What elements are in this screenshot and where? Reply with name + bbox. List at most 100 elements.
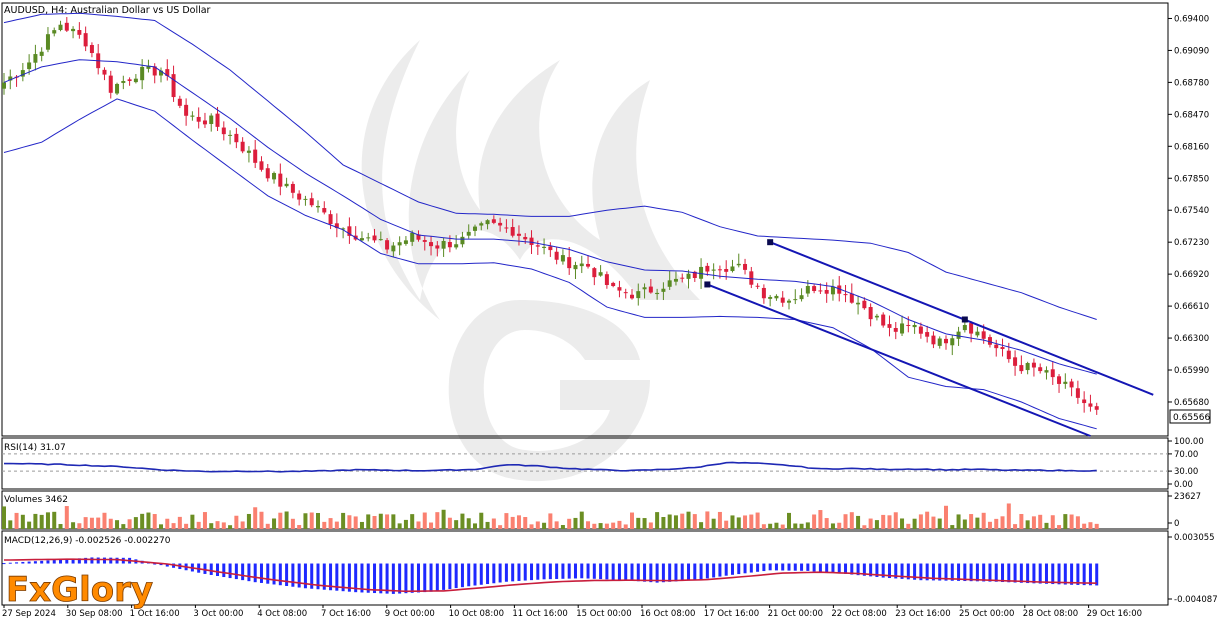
volume-bar bbox=[127, 519, 132, 529]
macd-histogram-bar bbox=[272, 563, 276, 585]
volume-bar bbox=[416, 521, 421, 529]
candle-body bbox=[730, 266, 735, 272]
volume-bar bbox=[717, 511, 722, 529]
candle-body bbox=[812, 286, 817, 292]
volume-bar bbox=[184, 523, 189, 529]
price-y-tick-label: 0.69090 bbox=[1174, 46, 1209, 56]
macd-histogram-bar bbox=[781, 563, 785, 571]
macd-histogram-bar bbox=[404, 563, 408, 594]
macd-histogram-bar bbox=[674, 563, 678, 582]
macd-histogram-bar bbox=[643, 563, 647, 582]
candle-body bbox=[793, 299, 798, 301]
macd-histogram-bar bbox=[8, 562, 12, 564]
candle-body bbox=[328, 214, 333, 225]
candle-body bbox=[397, 242, 402, 246]
volume-bar bbox=[215, 521, 220, 529]
volume-bar bbox=[96, 517, 101, 529]
x-tick-label: 10 Oct 08:00 bbox=[449, 609, 504, 619]
volume-bar bbox=[969, 514, 974, 529]
macd-histogram-bar bbox=[800, 563, 804, 571]
volume-bar bbox=[925, 511, 930, 529]
price-y-tick-label: 0.69400 bbox=[1174, 14, 1209, 24]
volume-bar bbox=[780, 524, 785, 529]
macd-histogram-bar bbox=[59, 559, 63, 564]
candle-body bbox=[761, 287, 766, 299]
volume-bar bbox=[347, 515, 352, 529]
candle-body bbox=[573, 265, 578, 270]
x-tick-label: 7 Oct 16:00 bbox=[321, 609, 371, 619]
candle-body bbox=[52, 30, 57, 34]
x-tick-label: 28 Oct 08:00 bbox=[1023, 609, 1078, 619]
volume-bar bbox=[83, 517, 88, 529]
volume-bar bbox=[743, 515, 748, 529]
candle-body bbox=[1025, 363, 1030, 371]
volume-bar bbox=[1038, 514, 1043, 529]
candle-body bbox=[466, 231, 471, 236]
volume-bar bbox=[604, 523, 609, 529]
macd-histogram-bar bbox=[52, 560, 56, 564]
candle-body bbox=[1088, 403, 1093, 407]
macd-histogram-bar bbox=[580, 563, 584, 579]
x-tick-label: 3 Oct 00:00 bbox=[193, 609, 243, 619]
macd-histogram-bar bbox=[812, 563, 816, 572]
volume-bar bbox=[1082, 523, 1087, 529]
volume-bar bbox=[1044, 522, 1049, 529]
candle-body bbox=[818, 290, 823, 292]
macd-histogram-bar bbox=[259, 563, 263, 583]
volume-bar bbox=[586, 521, 591, 529]
candle-body bbox=[485, 220, 490, 225]
candle-body bbox=[309, 198, 314, 206]
candle-body bbox=[1044, 370, 1049, 373]
candle-body bbox=[824, 289, 829, 294]
macd-histogram-bar bbox=[668, 563, 672, 582]
candle-body bbox=[435, 245, 440, 249]
volume-bar bbox=[479, 512, 484, 529]
candle-body bbox=[454, 244, 459, 248]
candle-body bbox=[391, 245, 396, 252]
candle-body bbox=[1082, 399, 1087, 404]
volume-bar bbox=[240, 521, 245, 529]
macd-histogram-bar bbox=[762, 563, 766, 572]
macd-histogram-bar bbox=[416, 563, 420, 593]
rsi-y-tick-label: 70.00 bbox=[1174, 450, 1198, 460]
candle-body bbox=[102, 69, 107, 75]
candle-body bbox=[221, 127, 226, 135]
macd-histogram-bar bbox=[573, 563, 577, 579]
volume-bar bbox=[912, 518, 917, 529]
volume-bar bbox=[535, 521, 540, 529]
candle-body bbox=[592, 268, 597, 278]
macd-histogram-bar bbox=[241, 563, 245, 581]
candle-body bbox=[89, 45, 94, 54]
candle-body bbox=[849, 293, 854, 303]
candle-body bbox=[1063, 381, 1068, 384]
price-y-tick-label: 0.65990 bbox=[1174, 366, 1209, 376]
candle-body bbox=[944, 338, 948, 344]
volume-bar bbox=[799, 523, 804, 529]
macd-histogram-bar bbox=[548, 563, 552, 580]
volume-bar bbox=[359, 521, 364, 529]
macd-histogram-bar bbox=[486, 563, 490, 585]
macd-histogram-bar bbox=[599, 563, 603, 580]
volume-bar bbox=[849, 512, 854, 529]
macd-histogram-bar bbox=[982, 563, 986, 582]
macd-histogram-bar bbox=[737, 563, 741, 575]
candle-body bbox=[83, 33, 88, 47]
volume-bar bbox=[397, 523, 402, 529]
candle-body bbox=[937, 338, 942, 346]
candle-body bbox=[975, 331, 980, 336]
candle-body bbox=[956, 331, 961, 339]
macd-histogram-bar bbox=[203, 563, 207, 574]
volume-bar bbox=[391, 514, 396, 529]
volume-bar bbox=[516, 515, 521, 529]
candle-body bbox=[2, 82, 6, 89]
x-tick-label: 25 Oct 00:00 bbox=[959, 609, 1014, 619]
candle-body bbox=[359, 238, 364, 241]
macd-histogram-bar bbox=[1070, 563, 1074, 585]
macd-histogram-bar bbox=[693, 563, 697, 581]
candle-body bbox=[856, 302, 861, 305]
volume-bar bbox=[454, 520, 459, 529]
candle-body bbox=[962, 325, 967, 331]
candle-body bbox=[196, 116, 201, 122]
volume-panel-title: Volumes 3462 bbox=[4, 495, 68, 505]
volume-bar bbox=[768, 523, 773, 529]
